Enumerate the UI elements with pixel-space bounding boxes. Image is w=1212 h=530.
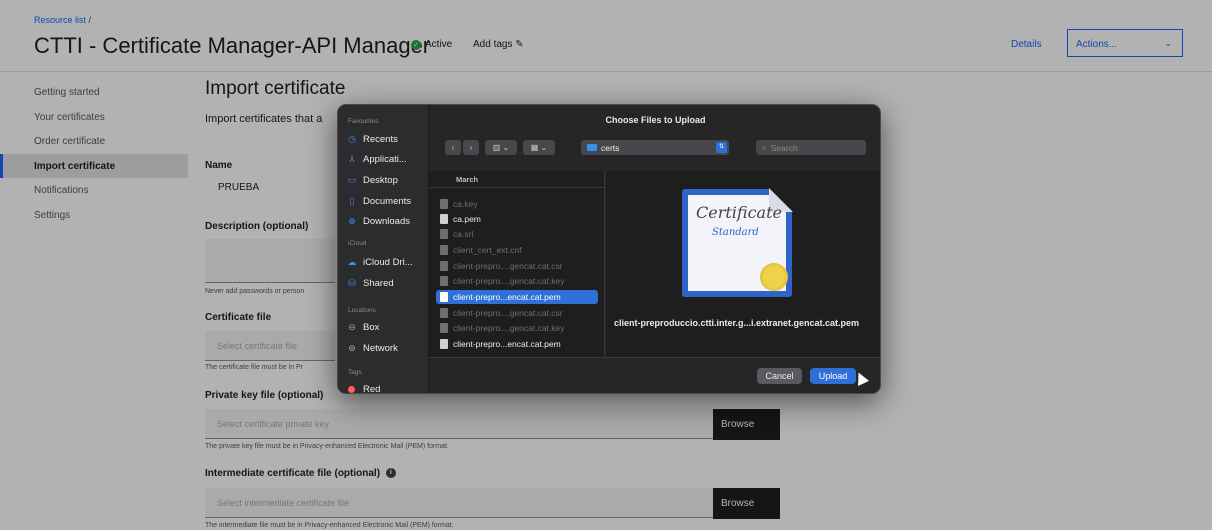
file-icon <box>440 245 448 255</box>
apps-icon: ⅄ <box>349 154 355 164</box>
file-name: client_cert_ext.cnf <box>453 245 522 255</box>
file-icon <box>440 199 448 209</box>
certificate-icon-subtitle: Standard <box>712 227 759 238</box>
list-item[interactable]: client-prepro....gencat.cat.key <box>436 274 598 288</box>
sidebar-item-documents[interactable]: ▯ Documents <box>346 193 426 210</box>
sidebar-item-box[interactable]: ⊖ Box <box>346 319 426 336</box>
list-item-selected[interactable]: client-prepro...encat.cat.pem <box>436 290 598 304</box>
file-icon <box>440 214 448 224</box>
page: Resource list / CTTI - Certificate Manag… <box>0 0 1212 530</box>
list-item[interactable]: client-prepro....gencat.cat.key <box>436 321 598 335</box>
locations-header: Locations <box>348 307 376 314</box>
list-item[interactable]: client-prepro....gencat.cat.csr <box>436 259 598 273</box>
file-name: client-prepro...encat.cat.pem <box>453 339 561 349</box>
certificate-icon-title: Certificate <box>696 203 782 222</box>
cancel-button[interactable]: Cancel <box>757 368 802 384</box>
preview-file-name: client-preproduccio.ctti.inter.g...i.ext… <box>614 318 860 328</box>
file-name: ca.pem <box>453 214 481 224</box>
back-button[interactable]: ‹ <box>445 140 461 155</box>
sidebar-item-tag-red[interactable]: Red <box>346 381 426 394</box>
sidebar-item-label: Recents <box>363 134 398 145</box>
file-name: client-prepro...encat.cat.pem <box>453 292 561 302</box>
search-placeholder: Search <box>770 142 798 153</box>
file-icon <box>440 229 448 239</box>
cloud-icon: ☁ <box>347 257 357 267</box>
list-item[interactable]: ca.pem <box>436 212 598 226</box>
sidebar-item-label: Shared <box>363 278 394 289</box>
document-icon: ▯ <box>349 196 355 206</box>
list-item[interactable]: ca.key <box>436 197 598 211</box>
sidebar-item-recents[interactable]: ◷ Recents <box>346 131 426 148</box>
columns-view-icon: ▥ ⌄ <box>492 143 510 152</box>
clock-icon: ◷ <box>348 134 356 144</box>
sidebar-item-label: Box <box>363 322 380 333</box>
search-field[interactable]: ⌕ Search <box>756 140 866 155</box>
folder-name: certs <box>601 142 620 153</box>
list-item[interactable]: client_cert_ext.cnf <box>436 243 598 257</box>
file-name: client-prepro....gencat.cat.key <box>453 276 565 286</box>
sidebar-item-icloud-drive[interactable]: ☁ iCloud Dri... <box>346 254 426 271</box>
desktop-icon: ▭ <box>347 175 357 185</box>
list-item[interactable]: ca.srl <box>436 227 598 241</box>
certificate-icon: Certificate Standard <box>682 188 793 297</box>
upload-button[interactable]: Upload <box>810 368 856 384</box>
sidebar-item-label: Network <box>363 343 398 354</box>
sidebar-item-label: Downloads <box>363 216 410 227</box>
chevron-left-icon: ‹ <box>451 143 455 152</box>
file-icon <box>440 323 448 333</box>
sidebar-item-label: Applicati... <box>363 154 407 165</box>
dialog-footer: Cancel Upload <box>429 357 880 393</box>
view-mode-button[interactable]: ▥ ⌄ <box>485 140 517 155</box>
chevron-right-icon: › <box>469 143 473 152</box>
file-name: client-prepro....gencat.cat.key <box>453 323 565 333</box>
file-list: March ca.key ca.pem ca.srl client_cert_e… <box>429 171 605 357</box>
file-chooser-dialog: Favourites ◷ Recents ⅄ Applicati... ▭ Deskt… <box>337 104 881 394</box>
file-list-header: March <box>429 171 605 188</box>
file-icon <box>440 339 448 349</box>
file-preview: Certificate Standard client-preproduccio… <box>606 171 880 357</box>
sidebar-item-network[interactable]: ⊛ Network <box>346 340 426 357</box>
file-name: ca.key <box>453 199 478 209</box>
tags-header: Tags <box>348 369 362 376</box>
file-icon <box>440 276 448 286</box>
file-icon <box>440 308 448 318</box>
sidebar-item-applications[interactable]: ⅄ Applicati... <box>346 151 426 168</box>
shared-folder-icon: ⛁ <box>348 278 356 288</box>
grid-view-icon: ▦ ⌄ <box>530 143 548 152</box>
dialog-title: Choose Files to Upload <box>605 115 706 125</box>
folder-selector[interactable]: certs ⇅ <box>581 140 729 155</box>
list-item[interactable]: client-prepro....gencat.cat.csr <box>436 306 598 320</box>
search-icon: ⌕ <box>762 142 767 152</box>
dialog-sidebar: Favourites ◷ Recents ⅄ Applicati... ▭ Deskt… <box>338 105 429 394</box>
list-item[interactable]: client-prepro...encat.cat.pem <box>436 337 598 351</box>
forward-button[interactable]: › <box>463 140 479 155</box>
sidebar-item-downloads[interactable]: ⊕ Downloads <box>346 213 426 230</box>
file-name: ca.srl <box>453 229 474 239</box>
sidebar-item-label: Red <box>363 384 381 394</box>
seal-icon <box>760 263 788 291</box>
file-icon <box>440 292 448 302</box>
red-tag-icon <box>348 386 355 393</box>
sidebar-item-desktop[interactable]: ▭ Desktop <box>346 172 426 189</box>
icloud-header: iCloud <box>348 240 367 247</box>
sidebar-item-label: Desktop <box>363 175 398 186</box>
folder-icon <box>587 144 597 151</box>
group-button[interactable]: ▦ ⌄ <box>523 140 555 155</box>
favourites-header: Favourites <box>348 118 379 125</box>
drive-icon: ⊖ <box>348 322 356 332</box>
updown-arrows-icon: ⇅ <box>716 142 727 153</box>
sidebar-item-label: Documents <box>363 196 412 207</box>
sidebar-item-label: iCloud Dri... <box>363 257 413 268</box>
globe-icon: ⊛ <box>348 343 356 353</box>
download-icon: ⊕ <box>348 216 356 226</box>
file-name: client-prepro....gencat.cat.csr <box>453 308 563 318</box>
file-name: client-prepro....gencat.cat.csr <box>453 261 563 271</box>
sidebar-item-shared[interactable]: ⛁ Shared <box>346 275 426 292</box>
file-icon <box>440 261 448 271</box>
